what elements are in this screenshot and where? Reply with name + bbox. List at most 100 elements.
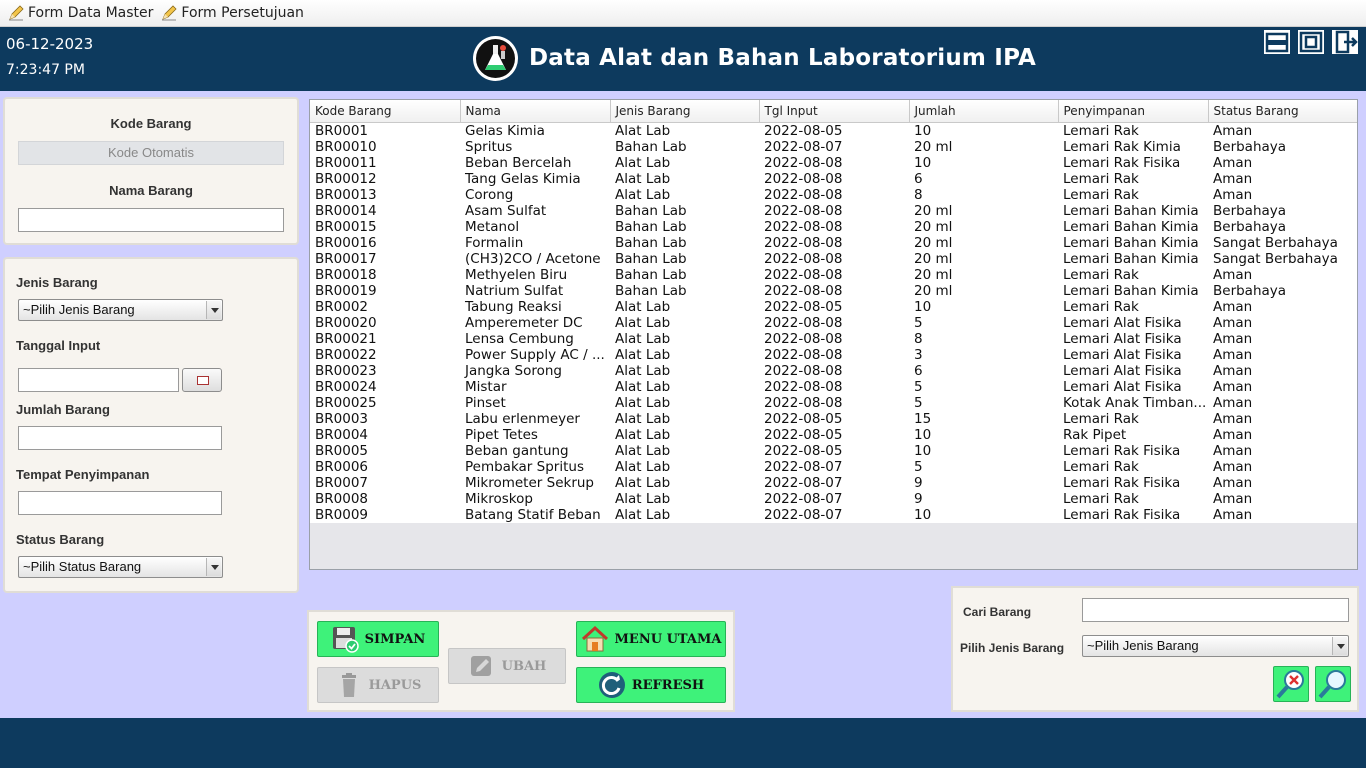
table-row[interactable]: BR00016 Formalin Bahan Lab 2022-08-08 20 ml L…: [310, 234, 1357, 251]
table-row[interactable]: BR0005 Beban gantung Alat Lab 2022-08-05 10 L…: [310, 442, 1357, 459]
table-cell: BR00024: [310, 378, 460, 395]
jumlah-barang-label: Jumlah Barang: [16, 402, 110, 417]
table-row[interactable]: BR00022 Power Supply AC / ... Alat Lab 2022…: [310, 346, 1357, 363]
table-cell: 2022-08-08: [759, 314, 909, 331]
table-row[interactable]: BR0003 Labu erlenmeyer Alat Lab 2022-08-05 1…: [310, 410, 1357, 427]
table-header-row: Kode Barang Nama Jenis Barang Tgl Input …: [310, 100, 1357, 123]
ubah-label: UBAH: [501, 658, 547, 674]
clear-search-button[interactable]: [1273, 666, 1309, 702]
table-cell: Asam Sulfat: [460, 202, 610, 219]
minimize-button[interactable]: [1263, 29, 1291, 55]
maximize-button[interactable]: [1297, 29, 1325, 55]
nama-barang-input[interactable]: [18, 208, 284, 232]
refresh-icon: [598, 671, 626, 699]
filter-jenis-barang-select[interactable]: ~Pilih Jenis Barang: [1082, 635, 1349, 657]
save-disk-icon: [331, 625, 359, 653]
tempat-penyimpanan-input[interactable]: [18, 491, 222, 515]
table-cell: 2022-08-05: [759, 122, 909, 139]
table-cell: BR00011: [310, 154, 460, 171]
table-cell: BR00025: [310, 394, 460, 411]
column-header[interactable]: Penyimpanan: [1058, 100, 1209, 123]
table-cell: Tang Gelas Kimia: [460, 170, 610, 187]
table-row[interactable]: BR00019 Natrium Sulfat Bahan Lab 2022-08-08…: [310, 282, 1357, 299]
data-table[interactable]: Kode Barang Nama Jenis Barang Tgl Input …: [309, 99, 1358, 570]
jenis-barang-select[interactable]: ~Pilih Jenis Barang: [18, 299, 223, 321]
table-cell: 2022-08-08: [759, 250, 909, 267]
table-cell: Berbahaya: [1208, 202, 1357, 219]
table-row[interactable]: BR00014 Asam Sulfat Bahan Lab 2022-08-08 20 …: [310, 202, 1357, 219]
column-header[interactable]: Jenis Barang: [610, 100, 760, 123]
table-cell: Beban gantung: [460, 442, 610, 459]
status-barang-select[interactable]: ~Pilih Status Barang: [18, 556, 223, 578]
column-header[interactable]: Status Barang: [1208, 100, 1357, 123]
table-cell: Lemari Rak: [1058, 490, 1208, 507]
filter-jenis-value: ~Pilih Jenis Barang: [1087, 638, 1199, 653]
chevron-down-icon: [206, 301, 221, 319]
simpan-button[interactable]: SIMPAN: [317, 621, 439, 657]
table-cell: Lemari Rak: [1058, 266, 1208, 283]
calendar-button[interactable]: [182, 368, 222, 392]
table-cell: BR0009: [310, 506, 460, 523]
table-row[interactable]: BR0008 Mikroskop Alat Lab 2022-08-07 9 Lemari…: [310, 490, 1357, 507]
table-row[interactable]: BR00011 Beban Bercelah Alat Lab 2022-08-08 1…: [310, 154, 1357, 171]
table-row[interactable]: BR0007 Mikrometer Sekrup Alat Lab 2022-08-0…: [310, 474, 1357, 491]
edit-icon: [468, 652, 496, 680]
ubah-button[interactable]: UBAH: [448, 648, 566, 684]
table-row[interactable]: BR00018 Methyelen Biru Bahan Lab 2022-08-08…: [310, 266, 1357, 283]
table-cell: 6: [909, 170, 1058, 187]
jumlah-barang-input[interactable]: [18, 426, 222, 450]
menu-utama-button[interactable]: MENU UTAMA: [576, 621, 726, 657]
header: 06-12-2023 7:23:47 PM Data Alat dan Baha…: [0, 27, 1366, 91]
table-cell: 2022-08-08: [759, 234, 909, 251]
table-row[interactable]: BR00025 Pinset Alat Lab 2022-08-08 5 Kotak An…: [310, 394, 1357, 411]
table-row[interactable]: BR00024 Mistar Alat Lab 2022-08-08 5 Lemari A…: [310, 378, 1357, 395]
column-header[interactable]: Nama: [460, 100, 611, 123]
table-row[interactable]: BR0002 Tabung Reaksi Alat Lab 2022-08-05 10 L…: [310, 298, 1357, 315]
table-cell: Bahan Lab: [610, 234, 759, 251]
status-barang-label: Status Barang: [16, 532, 105, 547]
tanggal-input-label: Tanggal Input: [16, 338, 101, 353]
tempat-penyimpanan-label: Tempat Penyimpanan: [16, 467, 150, 482]
table-row[interactable]: BR0004 Pipet Tetes Alat Lab 2022-08-05 10 Rak…: [310, 426, 1357, 443]
table-cell: 3: [909, 346, 1058, 363]
table-cell: 15: [909, 410, 1058, 427]
table-cell: Aman: [1208, 266, 1357, 283]
table-row[interactable]: BR00020 Amperemeter DC Alat Lab 2022-08-08 5…: [310, 314, 1357, 331]
refresh-button[interactable]: REFRESH: [576, 667, 726, 703]
table-cell: Alat Lab: [610, 346, 759, 363]
menu-form-data-master[interactable]: Form Data Master: [8, 5, 153, 21]
table-cell: BR0001: [310, 122, 460, 139]
column-header[interactable]: Tgl Input: [759, 100, 910, 123]
table-cell: Pinset: [460, 394, 610, 411]
exit-button[interactable]: [1331, 29, 1359, 55]
menu-utama-label: MENU UTAMA: [614, 631, 722, 647]
table-row[interactable]: BR00010 Spritus Bahan Lab 2022-08-07 20 ml Le…: [310, 138, 1357, 155]
table-cell: 2022-08-08: [759, 394, 909, 411]
table-cell: 10: [909, 154, 1058, 171]
table-row[interactable]: BR00015 Metanol Bahan Lab 2022-08-08 20 ml Le…: [310, 218, 1357, 235]
table-cell: Lemari Alat Fisika: [1058, 378, 1208, 395]
table-cell: 20 ml: [909, 138, 1058, 155]
table-row[interactable]: BR00023 Jangka Sorong Alat Lab 2022-08-08 6 L…: [310, 362, 1357, 379]
table-row[interactable]: BR0006 Pembakar Spritus Alat Lab 2022-08-07…: [310, 458, 1357, 475]
tanggal-input-field[interactable]: [18, 368, 179, 392]
table-row[interactable]: BR00017 (CH3)2CO / Acetone Bahan Lab 2022-0…: [310, 250, 1357, 267]
table-row[interactable]: BR00012 Tang Gelas Kimia Alat Lab 2022-08-0…: [310, 170, 1357, 187]
table-row[interactable]: BR0001 Gelas Kimia Alat Lab 2022-08-05 10 Lem…: [310, 122, 1357, 139]
table-cell: Lemari Rak: [1058, 170, 1208, 187]
table-cell: Aman: [1208, 346, 1357, 363]
table-row[interactable]: BR00013 Corong Alat Lab 2022-08-08 8 Lemari R…: [310, 186, 1357, 203]
column-header[interactable]: Kode Barang: [310, 100, 461, 123]
table-cell: Alat Lab: [610, 474, 759, 491]
table-cell: BR0003: [310, 410, 460, 427]
search-button[interactable]: [1315, 666, 1351, 702]
cari-barang-input[interactable]: [1082, 598, 1349, 622]
table-row[interactable]: BR00021 Lensa Cembung Alat Lab 2022-08-08 8 L…: [310, 330, 1357, 347]
table-row[interactable]: BR0009 Batang Statif Beban Alat Lab 2022-08…: [310, 506, 1357, 523]
column-header[interactable]: Jumlah: [909, 100, 1059, 123]
table-cell: 8: [909, 186, 1058, 203]
chevron-down-icon: [206, 558, 221, 576]
table-cell: 20 ml: [909, 250, 1058, 267]
menu-form-persetujuan[interactable]: Form Persetujuan: [161, 5, 304, 21]
hapus-button[interactable]: HAPUS: [317, 667, 439, 703]
